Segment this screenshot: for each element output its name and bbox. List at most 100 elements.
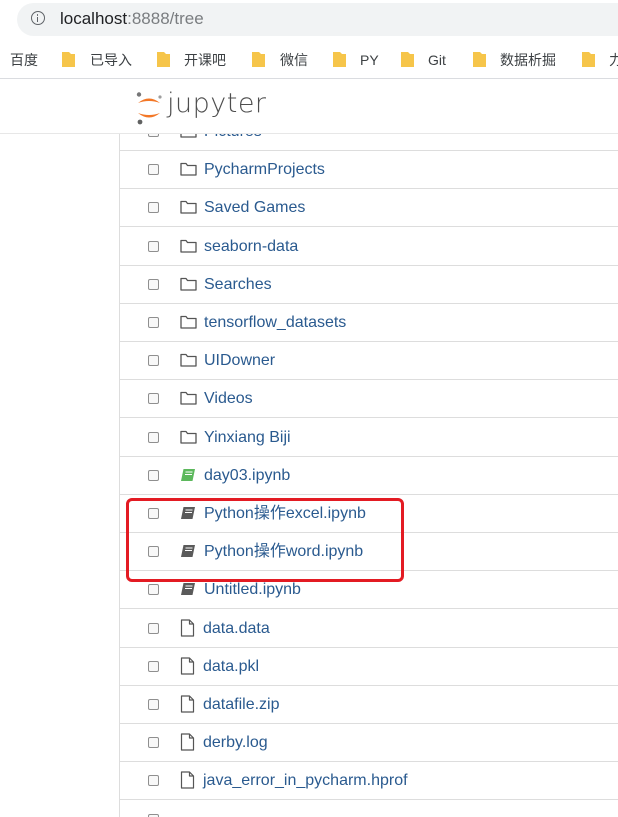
- row-checkbox[interactable]: [148, 775, 159, 787]
- item-link[interactable]: data.data: [203, 619, 270, 639]
- file-icon: [180, 695, 195, 713]
- file-list-row[interactable]: PycharmProjects: [120, 151, 618, 190]
- row-checkbox[interactable]: [148, 469, 159, 481]
- bookmark-folder-icon: [333, 52, 346, 67]
- folder-icon: [180, 239, 197, 253]
- item-link[interactable]: Videos: [204, 389, 253, 409]
- browser-toolbar: localhost:8888/tree: [0, 0, 618, 42]
- file-list-row[interactable]: data.data: [120, 610, 618, 648]
- file-icon: [180, 771, 195, 789]
- item-icon-wrap: [180, 239, 197, 258]
- row-checkbox[interactable]: [148, 622, 159, 634]
- file-list-row[interactable]: UIDowner: [120, 342, 618, 381]
- item-link[interactable]: datafile.zip: [203, 695, 280, 715]
- notebook-icon: [181, 545, 195, 558]
- bookmark-label: 开课吧: [184, 52, 226, 68]
- item-link[interactable]: day03.ipynb: [204, 466, 290, 486]
- row-checkbox[interactable]: [148, 317, 159, 328]
- url-text[interactable]: localhost:8888/tree: [60, 8, 204, 30]
- folder-icon: [180, 392, 197, 406]
- item-icon-wrap: [180, 353, 197, 372]
- running-notebook-icon: [181, 468, 195, 481]
- row-checkbox[interactable]: [148, 164, 159, 176]
- row-checkbox[interactable]: [148, 546, 159, 558]
- file-list-row[interactable]: Searches: [120, 266, 618, 304]
- file-list-row[interactable]: derby.log: [120, 724, 618, 763]
- item-icon-wrap: [180, 430, 197, 449]
- url-host: localhost: [60, 9, 128, 28]
- row-checkbox[interactable]: [148, 202, 159, 214]
- jupyter-logo-icon[interactable]: [134, 91, 164, 125]
- folder-icon: [180, 201, 197, 215]
- bookmark-label: Git: [428, 52, 446, 68]
- item-icon-wrap: [180, 695, 195, 718]
- url-path: :8888/tree: [127, 9, 204, 28]
- file-list-row[interactable]: Pictures: [120, 134, 618, 151]
- row-checkbox[interactable]: [148, 584, 159, 596]
- folder-icon: [180, 163, 197, 176]
- bookmark-folder-icon: [582, 52, 595, 67]
- item-link[interactable]: Python操作excel.ipynb: [204, 504, 366, 524]
- file-list-row[interactable]: Videos: [120, 380, 618, 419]
- file-list-row[interactable]: seaborn-data: [120, 228, 618, 266]
- folder-icon: [180, 134, 197, 138]
- site-info-icon[interactable]: [31, 11, 45, 25]
- item-link[interactable]: derby.log: [203, 733, 268, 753]
- folder-icon: [180, 277, 197, 291]
- bookmark-label: 数据析掘: [500, 52, 556, 68]
- row-checkbox[interactable]: [148, 240, 159, 252]
- file-list-row[interactable]: Saved Games: [120, 189, 618, 228]
- bookmark-item[interactable]: 已导入: [61, 51, 160, 69]
- row-checkbox[interactable]: [148, 660, 159, 672]
- bookmark-folder-icon: [473, 52, 486, 67]
- row-checkbox[interactable]: [148, 134, 159, 137]
- file-icon: [180, 733, 195, 751]
- file-list-row[interactable]: Untitled.ipynb: [120, 571, 618, 610]
- item-icon-wrap: [180, 277, 197, 296]
- item-icon-wrap: [180, 733, 195, 756]
- file-list-row[interactable]: java_error_in_pycharm.hprof: [120, 762, 618, 801]
- item-link[interactable]: Untitled.ipynb: [204, 580, 301, 600]
- item-link[interactable]: java_error_in_pycharm.hprof: [203, 771, 408, 791]
- item-link[interactable]: Searches: [204, 275, 272, 295]
- item-link[interactable]: Python操作word.ipynb: [204, 542, 363, 562]
- item-link[interactable]: Saved Games: [204, 198, 305, 218]
- item-link[interactable]: UIDowner: [204, 351, 275, 371]
- row-checkbox[interactable]: [148, 355, 159, 367]
- file-list-row[interactable]: tensorflow_datasets: [120, 304, 618, 342]
- item-link[interactable]: PycharmProjects: [204, 160, 325, 180]
- file-list-row[interactable]: day03.ipynb: [120, 457, 618, 495]
- file-list-row[interactable]: Python操作excel.ipynb: [120, 495, 618, 533]
- file-list-row[interactable]: data.pkl: [120, 648, 618, 686]
- address-bar[interactable]: localhost:8888/tree: [17, 3, 618, 36]
- item-link[interactable]: tensorflow_datasets: [204, 313, 346, 333]
- row-checkbox[interactable]: [148, 813, 159, 817]
- file-list-row[interactable]: datafile.zip: [120, 686, 618, 724]
- item-link[interactable]: Yinxiang Biji: [204, 428, 291, 448]
- row-checkbox[interactable]: [148, 508, 159, 519]
- item-icon-wrap: [180, 162, 197, 181]
- file-list-row[interactable]: Yinxiang Biji: [120, 419, 618, 457]
- row-checkbox[interactable]: [148, 431, 159, 443]
- bookmark-item[interactable]: 数据析掘: [472, 51, 570, 69]
- bookmark-folder-icon: [157, 52, 170, 67]
- bookmark-folder-icon: [252, 52, 265, 67]
- bookmark-item[interactable]: 开课吧: [156, 51, 254, 69]
- row-checkbox[interactable]: [148, 699, 159, 710]
- bookmark-folder-icon: [62, 52, 75, 67]
- item-link[interactable]: Pictures: [204, 134, 262, 142]
- row-checkbox[interactable]: [148, 737, 159, 749]
- file-icon: [180, 657, 195, 675]
- jupyter-wordmark[interactable]: jupyter: [167, 88, 267, 119]
- notebook-icon: [181, 507, 195, 519]
- bookmark-folder-icon: [401, 52, 414, 67]
- row-checkbox[interactable]: [148, 278, 159, 290]
- item-link[interactable]: seaborn-data: [204, 237, 298, 257]
- file-icon: [180, 618, 195, 637]
- row-checkbox[interactable]: [148, 393, 159, 405]
- file-list-row[interactable]: Python操作word.ipynb: [120, 533, 618, 572]
- item-link[interactable]: data.pkl: [203, 657, 259, 677]
- bookmark-label: 已导入: [90, 52, 132, 68]
- bookmark-item[interactable]: 力: [581, 51, 618, 69]
- item-icon-wrap: [180, 544, 196, 563]
